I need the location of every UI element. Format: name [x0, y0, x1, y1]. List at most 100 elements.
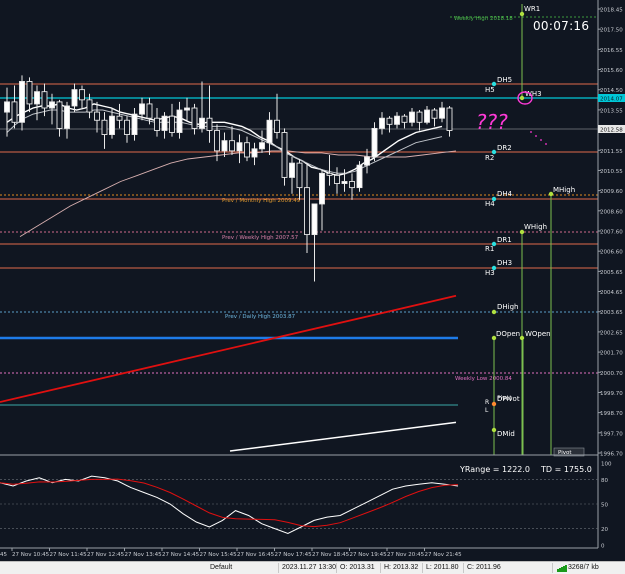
wopen-label: WOpen [525, 330, 551, 338]
chart-canvas[interactable]: Weekly High 2018.18 Prev / Monthly High 2… [0, 0, 625, 561]
cyan-price-tag: 2014.07 [600, 97, 623, 103]
time-label: 27 Nov 17:45 [275, 552, 313, 558]
time-label: 27 Nov 19:45 [350, 552, 388, 558]
candle-body [379, 117, 385, 129]
candle-body [251, 148, 258, 158]
candle-body [169, 115, 175, 133]
candle-body [101, 119, 108, 135]
price-tick-label: 2008.60 [600, 209, 623, 215]
candle-body [191, 107, 198, 129]
price-tick-label: 2011.55 [600, 149, 623, 155]
oscillator-pane: 100 80 50 20 0 [0, 462, 612, 550]
status-low: L: 2011.80 [426, 564, 459, 571]
price-tick-label: 2000.70 [600, 371, 623, 377]
candle-body [341, 181, 348, 184]
candle-body [349, 181, 355, 189]
status-bar: Default 2023.11.27 13:30 O: 2013.31 H: 2… [0, 561, 625, 574]
candle-body [124, 119, 130, 135]
candle-body [281, 132, 288, 178]
candle-body [79, 89, 85, 101]
candle-body [56, 101, 63, 129]
candle-body [49, 101, 55, 109]
connection-signal-icon[interactable] [557, 565, 567, 572]
candle-body [229, 140, 235, 152]
candle-body [304, 187, 310, 236]
price-tick-label: 2018.45 [600, 8, 623, 14]
price-tick-label: 2014.50 [600, 88, 623, 94]
price-tick-label: 2015.60 [600, 68, 623, 74]
mhigh-label: MHigh [553, 186, 575, 194]
candle-body [274, 119, 280, 133]
ma-slow-line [19, 150, 457, 237]
weekly-high-label: Weekly High 2018.18 [454, 16, 513, 22]
candle-body [311, 203, 318, 236]
time-label: 27 Nov 20:45 [387, 552, 425, 558]
time-label: 27 Nov 16:45 [237, 552, 275, 558]
candle-body [326, 172, 333, 176]
h5-label: H5 [485, 86, 495, 94]
candles [4, 75, 453, 282]
candle-body [401, 115, 408, 123]
status-open: O: 2013.31 [340, 564, 375, 571]
price-tick-label: 2002.65 [600, 330, 623, 336]
candle-body [319, 172, 325, 205]
dmid-dot [491, 427, 497, 433]
candle-body [146, 103, 153, 119]
time-label: 27 Nov 18:45 [312, 552, 350, 558]
osc-tick-label: 0 [601, 544, 605, 550]
price-tick-label: 2013.55 [600, 108, 623, 114]
candle-body [214, 130, 220, 152]
candle-body [26, 81, 33, 105]
price-tick-label: 1998.70 [600, 411, 623, 417]
dh3-label: DH3 [497, 259, 512, 267]
candle-body [86, 99, 93, 113]
price-tick-label: 2016.55 [600, 48, 623, 54]
price-tick-label: 2001.70 [600, 351, 623, 357]
dopen-label: DOpen [496, 330, 520, 338]
pivot-label: Pivot [497, 395, 512, 402]
r2-label: R2 [485, 154, 494, 162]
hand-drawn-annotation[interactable]: ??? [476, 91, 547, 145]
oscillator-line [0, 475, 459, 535]
osc-tick-label: 80 [601, 478, 608, 484]
dhigh-label: DHigh [497, 303, 518, 311]
dpivot-dot [491, 401, 497, 407]
candle-body [409, 111, 415, 123]
ma-white-long-line [229, 421, 457, 452]
h3-label: H3 [485, 269, 495, 277]
dmid-label: DMid [497, 430, 515, 438]
annotation-dot [545, 143, 547, 145]
level-markers: WR1 WH3 DH5H5 DR2R2 DH4H4 MHigh WHigh DR1R1DH3H… [485, 4, 585, 457]
candle-body [356, 164, 363, 189]
current-price-tag: 2012.58 [600, 128, 623, 134]
price-tick-label: 2017.50 [600, 28, 623, 34]
candle-body [176, 109, 183, 133]
time-label-clipped: 45 [0, 552, 7, 558]
time-label: 27 Nov 15:45 [200, 552, 238, 558]
wh3-dot [519, 95, 525, 101]
candle-body [109, 115, 115, 135]
profile-name[interactable]: Default [210, 564, 232, 571]
price-tick-label: 2004.65 [600, 290, 623, 296]
status-high: H: 2013.32 [384, 564, 419, 571]
time-label: 27 Nov 12:45 [87, 552, 125, 558]
candle-body [19, 81, 25, 123]
oscillator-yrange: YRange = 1222.0 [460, 465, 531, 474]
candle-body [206, 117, 213, 131]
osc-tick-label: 100 [601, 462, 612, 468]
candle-body [386, 117, 393, 125]
wopen-dot [519, 335, 525, 341]
candle-body [221, 140, 228, 152]
candle-body [431, 109, 438, 119]
candle-body [371, 127, 378, 158]
oscillator-signal-line [0, 478, 459, 528]
l-label: L [485, 407, 489, 414]
dr2-label: DR2 [497, 144, 512, 152]
status-datetime: 2023.11.27 13:30 [282, 564, 336, 571]
time-label: 27 Nov 11:45 [50, 552, 88, 558]
level-lines: Weekly High 2018.18 Prev / Monthly High 2… [0, 16, 598, 406]
candle-body [394, 115, 400, 125]
candle-body [4, 101, 10, 113]
price-tick-label: 2005.65 [600, 270, 623, 276]
osc-tick-label: 20 [601, 527, 608, 533]
